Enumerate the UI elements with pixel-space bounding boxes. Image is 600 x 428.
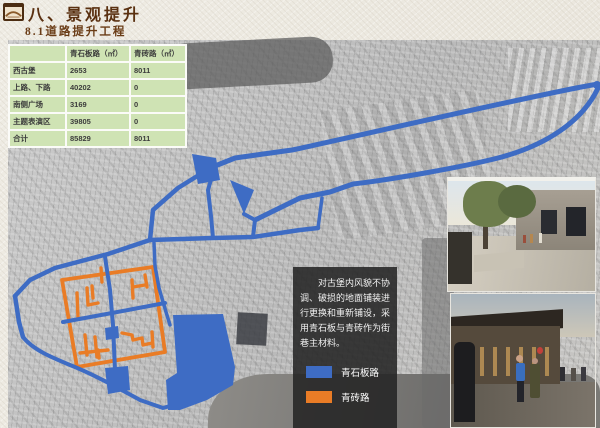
photo-pedestrian xyxy=(517,380,524,402)
stone-value: 39805 xyxy=(67,114,129,129)
brick-value: 0 xyxy=(131,114,185,129)
table-header-row: 青石板路（㎡） 青砖路（㎡） xyxy=(10,46,185,61)
photo-pedestrian xyxy=(539,233,542,243)
legend-item-stone: 青石板路 xyxy=(306,365,390,379)
stone-value: 40202 xyxy=(67,80,129,95)
legend-label: 青砖路 xyxy=(341,390,370,404)
legend-label: 青石板路 xyxy=(341,365,379,379)
stone-road-swatch xyxy=(306,366,332,378)
stone-value: 3169 xyxy=(67,97,129,112)
photo-pedestrian xyxy=(523,235,526,243)
row-label: 南侧广场 xyxy=(10,97,65,112)
area-table: 青石板路（㎡） 青砖路（㎡） 西古堡 2653 8011 上路、下路 40202… xyxy=(8,44,187,148)
brick-value: 0 xyxy=(131,80,185,95)
photo-pedestrian xyxy=(581,367,586,381)
brick-road-swatch xyxy=(306,391,332,403)
photo-renovated-street-day xyxy=(447,177,596,292)
photo-pedestrian-blue-shirt xyxy=(516,363,525,381)
brick-value: 0 xyxy=(131,97,185,112)
table-row: 上路、下路 40202 0 xyxy=(10,80,185,95)
photo-pedestrian-dress xyxy=(530,364,540,398)
page-subtitle: 8.1道路提升工程 xyxy=(25,23,126,39)
bridge-stamp-icon xyxy=(3,3,24,21)
slide-page: 八、景观提升 8.1道路提升工程 青石板路（㎡） 青砖路（㎡） 西古堡 2653… xyxy=(0,0,600,428)
row-label: 主题表演区 xyxy=(10,114,65,129)
photo-pedestrian xyxy=(571,368,576,381)
legend-item-brick: 青砖路 xyxy=(306,390,390,404)
photo-pedestrian xyxy=(560,367,565,381)
note-text: 对古堡内风貌不协调、破损的地面铺装进行更换和重新铺设，采用青石板与青砖作为街巷主… xyxy=(300,276,390,351)
table-total-row: 合计 85829 8011 xyxy=(10,131,185,146)
map-legend: 青石板路 青砖路 xyxy=(306,365,390,404)
table-row: 西古堡 2653 8011 xyxy=(10,63,185,78)
photo-pedestrian xyxy=(532,358,538,364)
table-row: 南侧广场 3169 0 xyxy=(10,97,185,112)
header-cell xyxy=(10,46,65,61)
brick-value: 8011 xyxy=(131,131,185,146)
photo-pedestrian xyxy=(516,355,523,362)
photo-pedestrian-foreground xyxy=(454,342,476,422)
row-label: 西古堡 xyxy=(10,63,65,78)
stone-value: 2653 xyxy=(67,63,129,78)
header-cell-brick: 青砖路（㎡） xyxy=(131,46,185,61)
stone-value: 85829 xyxy=(67,131,129,146)
photo-old-street-dusk xyxy=(450,293,596,428)
photo-dark-storefront xyxy=(448,232,472,285)
page-title: 八、景观提升 xyxy=(28,1,142,25)
photo-window xyxy=(541,210,557,234)
table-row: 主题表演区 39805 0 xyxy=(10,114,185,129)
photo-window xyxy=(566,207,587,236)
note-panel: 对古堡内风貌不协调、破损的地面铺装进行更换和重新铺设，采用青石板与青砖作为街巷主… xyxy=(293,267,397,428)
photo-pedestrian xyxy=(530,234,533,243)
row-label: 上路、下路 xyxy=(10,80,65,95)
brick-value: 8011 xyxy=(131,63,185,78)
header-cell-stone: 青石板路（㎡） xyxy=(67,46,129,61)
row-label: 合计 xyxy=(10,131,65,146)
